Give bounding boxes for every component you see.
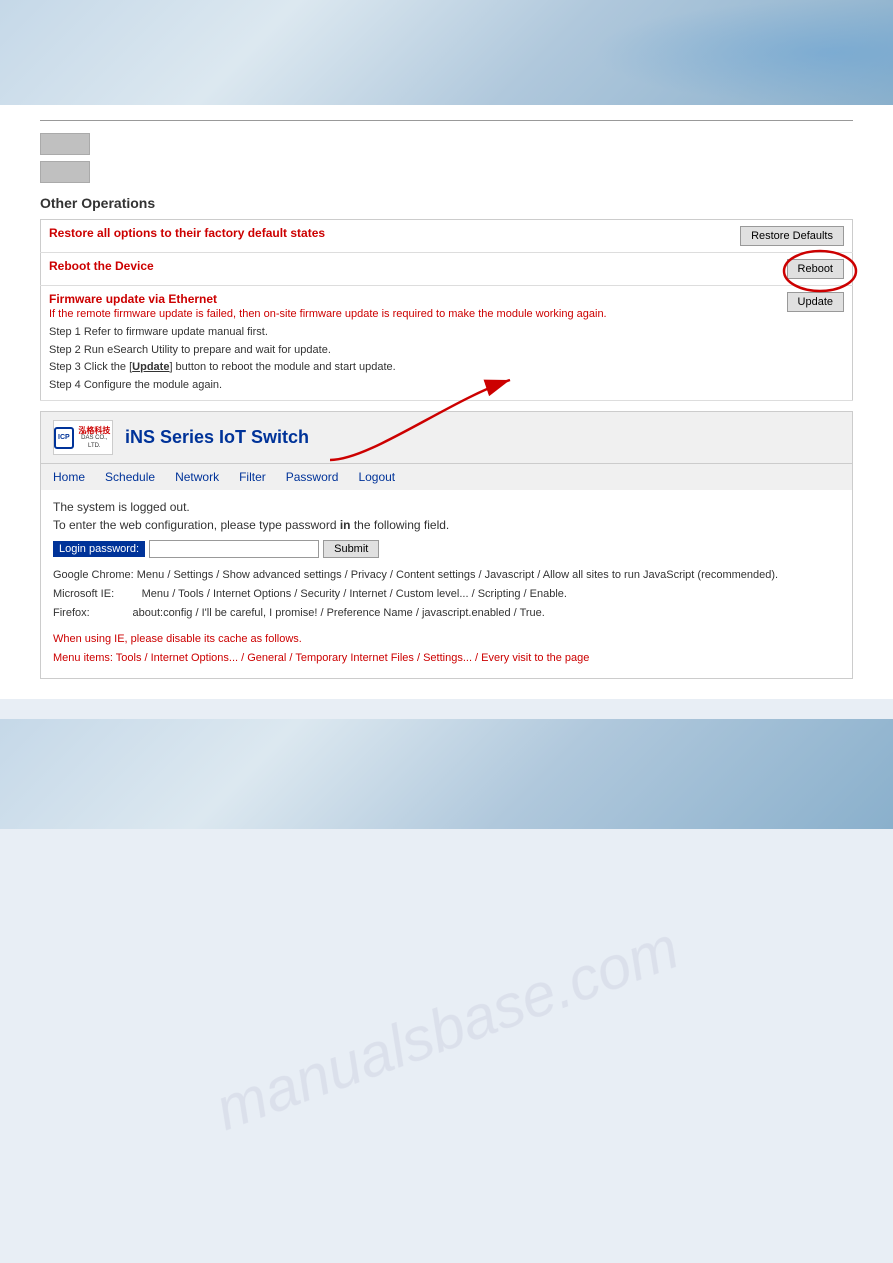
icp-das-logo: ICP ICP 泓格科技 DAS CO., LTD. [53, 420, 113, 455]
placeholder-button-1[interactable] [40, 133, 90, 155]
nav-filter[interactable]: Filter [239, 470, 266, 484]
ie-note: When using IE, please disable its cache … [53, 630, 840, 667]
submit-button[interactable]: Submit [323, 540, 379, 558]
ff-label: Firefox: [53, 607, 90, 619]
ie-info: Menu / Tools / Internet Options / Securi… [142, 588, 567, 600]
login-password-input[interactable] [149, 540, 319, 558]
watermark: manualsbase.com [206, 913, 687, 1144]
nav-password[interactable]: Password [286, 470, 339, 484]
firmware-title: Firmware update via Ethernet [49, 292, 775, 306]
ins-navigation: Home Schedule Network Filter Password Lo… [41, 464, 852, 490]
logo-das: DAS CO., LTD. [77, 435, 112, 449]
ins-header: ICP ICP 泓格科技 DAS CO., LTD. iNS Series Io… [41, 412, 852, 464]
reboot-button[interactable]: Reboot [787, 259, 844, 279]
ff-info: about:config / I'll be careful, I promis… [132, 607, 544, 619]
firmware-steps: Step 1 Refer to firmware update manual f… [49, 324, 775, 394]
ins-series-title: iNS Series IoT Switch [125, 427, 309, 448]
chrome-info: Google Chrome: Menu / Settings / Show ad… [53, 569, 778, 581]
nav-schedule[interactable]: Schedule [105, 470, 155, 484]
logout-text-1: The system is logged out. [53, 500, 840, 514]
reboot-row: Reboot the Device Reboot [41, 253, 853, 286]
nav-network[interactable]: Network [175, 470, 219, 484]
logo-chinese: 泓格科技 [77, 426, 112, 436]
header-banner [0, 0, 893, 105]
update-button[interactable]: Update [787, 292, 844, 312]
ins-container: ICP ICP 泓格科技 DAS CO., LTD. iNS Series Io… [40, 411, 853, 678]
login-section: The system is logged out. To enter the w… [41, 490, 852, 677]
firmware-warning: If the remote firmware update is failed,… [49, 308, 775, 320]
login-row: Login password: Submit [53, 540, 840, 558]
section-title: Other Operations [40, 195, 853, 211]
operations-table: Restore all options to their factory def… [40, 219, 853, 401]
placeholder-button-2[interactable] [40, 161, 90, 183]
restore-defaults-button[interactable]: Restore Defaults [740, 226, 844, 246]
nav-logout[interactable]: Logout [358, 470, 395, 484]
restore-label: Restore all options to their factory def… [49, 226, 325, 240]
ie-label: Microsoft IE: [53, 588, 114, 600]
login-password-label: Login password: [53, 541, 145, 557]
nav-home[interactable]: Home [53, 470, 85, 484]
top-divider [40, 120, 853, 121]
restore-row: Restore all options to their factory def… [41, 220, 853, 253]
footer-banner [0, 719, 893, 829]
browser-info: Google Chrome: Menu / Settings / Show ad… [53, 566, 840, 667]
firmware-row: Firmware update via Ethernet If the remo… [41, 286, 853, 401]
logout-text-2: To enter the web configuration, please t… [53, 518, 840, 532]
reboot-label: Reboot the Device [49, 259, 154, 273]
